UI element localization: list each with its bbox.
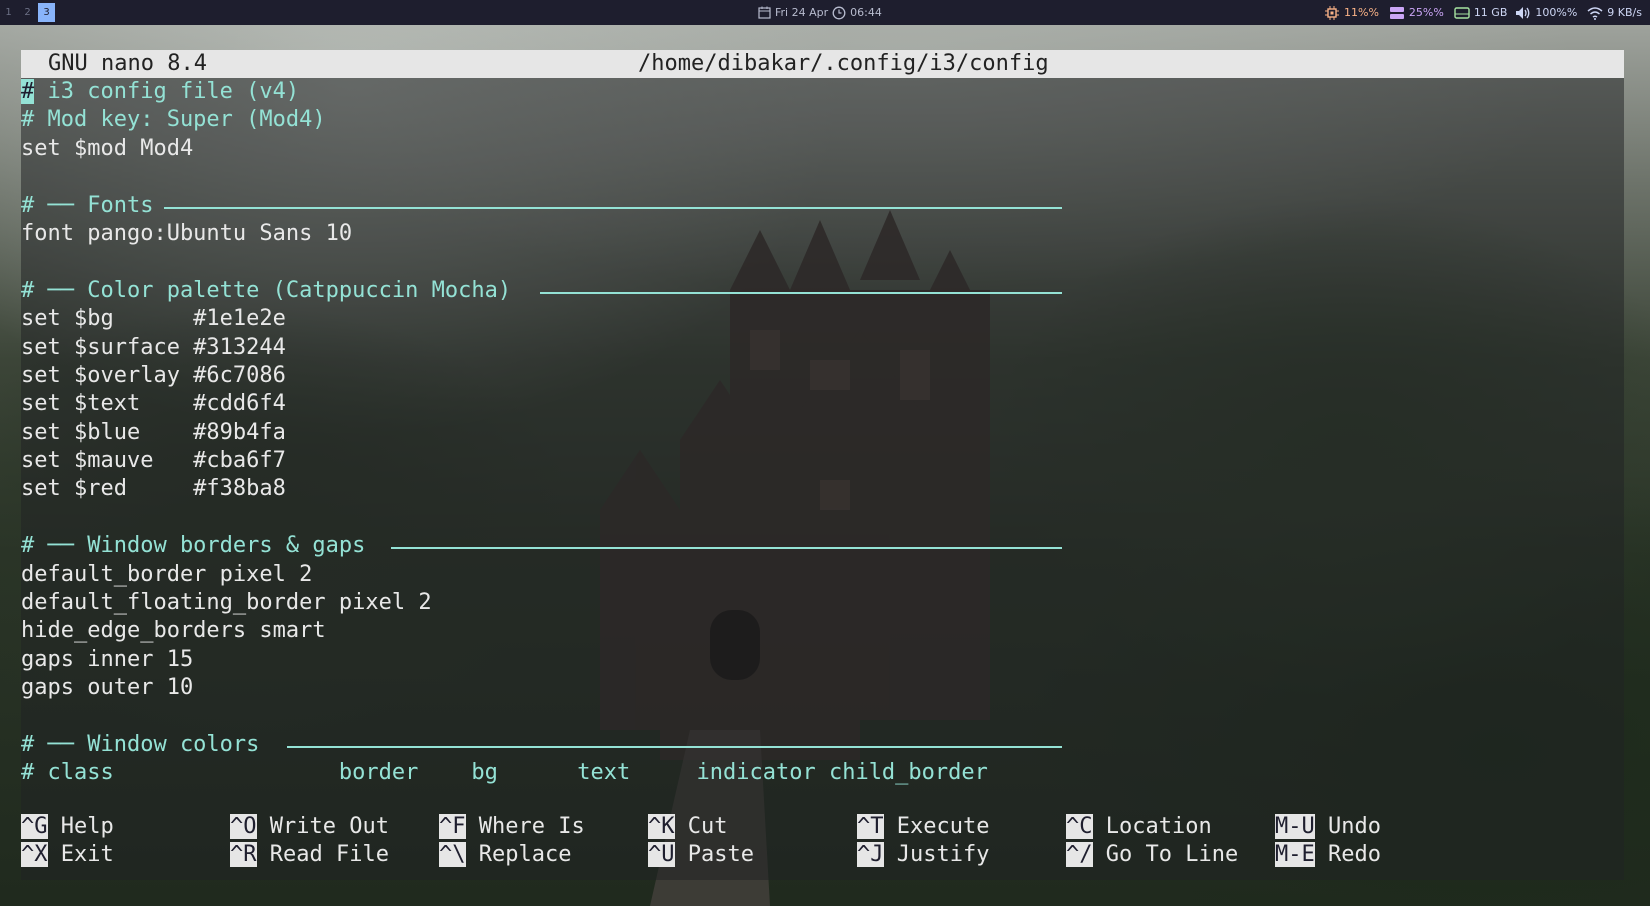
memory-icon xyxy=(1389,6,1405,20)
shortcut-where-is[interactable]: ^F Where Is xyxy=(439,813,585,841)
shortcut-replace[interactable]: ^\ Replace xyxy=(439,841,571,869)
shortcut-exit[interactable]: ^X Exit xyxy=(21,841,114,869)
editor-line[interactable]: set $bg #1e1e2e xyxy=(21,305,1624,333)
cpu-usage: 11%% xyxy=(1344,6,1379,19)
shortcut-go-to-line[interactable]: ^/ Go To Line xyxy=(1066,841,1238,869)
system-status: 11%% 25%% 11 GB 100%% 9 KB/s xyxy=(1324,0,1642,25)
shortcut-write-out[interactable]: ^O Write Out xyxy=(230,813,389,841)
section-comment: # ── Window borders & gaps xyxy=(21,533,366,559)
workspace-2-button[interactable]: 2 xyxy=(19,3,36,22)
editor-line[interactable] xyxy=(21,504,1624,532)
nano-title-bar: GNU nano 8.4 /home/dibakar/.config/i3/co… xyxy=(21,50,1624,78)
terminal-window[interactable]: GNU nano 8.4 /home/dibakar/.config/i3/co… xyxy=(21,50,1624,880)
top-status-bar: 1 2 3 Fri 24 Apr 06:44 11%% 25%% 11 GB 1… xyxy=(0,0,1650,25)
section-comment: # ── Window colors xyxy=(21,731,260,757)
time-text: 06:44 xyxy=(850,6,882,19)
editor-line[interactable]: set $mauve #cba6f7 xyxy=(21,447,1624,475)
shortcut-paste[interactable]: ^U Paste xyxy=(648,841,754,869)
editor-line[interactable]: gaps outer 10 xyxy=(21,674,1624,702)
editor-line[interactable]: # ── Window colors xyxy=(21,731,1624,759)
shortcut-cut[interactable]: ^K Cut xyxy=(648,813,728,841)
volume-icon[interactable] xyxy=(1515,6,1531,20)
editor-line[interactable]: default_floating_border pixel 2 xyxy=(21,589,1624,617)
memory-usage: 25%% xyxy=(1408,6,1444,19)
editor-line[interactable]: # ── Fonts xyxy=(21,192,1624,220)
editor-line[interactable]: # ── Window borders & gaps xyxy=(21,532,1624,560)
editor-line[interactable]: font pango:Ubuntu Sans 10 xyxy=(21,220,1624,248)
section-rule xyxy=(287,745,1062,748)
editor-buffer[interactable]: # i3 config file (v4) # Mod key: Super (… xyxy=(21,78,1624,788)
nano-version: GNU nano 8.4 xyxy=(48,51,207,76)
editor-line[interactable]: set $overlay #6c7086 xyxy=(21,362,1624,390)
section-comment: # ── Color palette (Catppuccin Mocha) xyxy=(21,277,512,303)
editor-line[interactable]: set $blue #89b4fa xyxy=(21,419,1624,447)
shortcut-undo[interactable]: M-U Undo xyxy=(1275,813,1381,841)
calendar-icon xyxy=(758,6,771,19)
shortcut-help[interactable]: ^G Help xyxy=(21,813,114,841)
editor-line[interactable]: # class border bg text indicator child_b… xyxy=(21,759,1624,787)
section-rule xyxy=(164,206,1062,209)
editor-line[interactable]: set $surface #313244 xyxy=(21,334,1624,362)
shortcut-location[interactable]: ^C Location xyxy=(1066,813,1212,841)
editor-line[interactable]: gaps inner 15 xyxy=(21,646,1624,674)
nano-shortcut-bar: ^G Help ^O Write Out ^F Where Is ^K Cut … xyxy=(21,813,1624,869)
editor-line[interactable]: hide_edge_borders smart xyxy=(21,617,1624,645)
shortcut-justify[interactable]: ^J Justify xyxy=(857,841,989,869)
editor-line[interactable]: default_border pixel 2 xyxy=(21,561,1624,589)
editor-line[interactable]: set $text #cdd6f4 xyxy=(21,390,1624,418)
clock-icon xyxy=(832,6,846,20)
wifi-icon[interactable] xyxy=(1587,6,1603,20)
disk-free: 11 GB xyxy=(1473,6,1508,19)
cpu-icon xyxy=(1324,5,1340,21)
editor-line-text: i3 config file (v4) xyxy=(34,79,300,104)
editor-line[interactable]: # i3 config file (v4) xyxy=(21,78,1624,106)
editor-line[interactable]: # ── Color palette (Catppuccin Mocha) xyxy=(21,277,1624,305)
disk-icon xyxy=(1454,6,1470,20)
shortcut-redo[interactable]: M-E Redo xyxy=(1275,841,1381,869)
volume-level: 100%% xyxy=(1535,6,1578,19)
section-rule xyxy=(540,291,1062,294)
editor-line[interactable] xyxy=(21,703,1624,731)
section-comment: # ── Fonts xyxy=(21,192,154,218)
text-cursor: # xyxy=(21,79,35,104)
network-speed: 9 KB/s xyxy=(1607,6,1642,19)
editor-line[interactable]: # Mod key: Super (Mod4) xyxy=(21,106,1624,134)
file-path: /home/dibakar/.config/i3/config xyxy=(638,51,1049,76)
section-rule xyxy=(391,547,1062,550)
shortcut-row: ^G Help ^O Write Out ^F Where Is ^K Cut … xyxy=(21,813,1624,841)
editor-line[interactable]: set $red #f38ba8 xyxy=(21,475,1624,503)
workspace-1-button[interactable]: 1 xyxy=(0,3,17,22)
editor-line[interactable] xyxy=(21,248,1624,276)
editor-line[interactable]: set $mod Mod4 xyxy=(21,135,1624,163)
workspace-3-button[interactable]: 3 xyxy=(38,3,55,22)
date-text: Fri 24 Apr xyxy=(775,6,829,19)
shortcut-read-file[interactable]: ^R Read File xyxy=(230,841,389,869)
shortcut-execute[interactable]: ^T Execute xyxy=(857,813,989,841)
clock-widget[interactable]: Fri 24 Apr 06:44 xyxy=(758,0,882,25)
shortcut-row: ^X Exit ^R Read File ^\ Replace ^U Paste… xyxy=(21,841,1624,869)
editor-line[interactable] xyxy=(21,163,1624,191)
